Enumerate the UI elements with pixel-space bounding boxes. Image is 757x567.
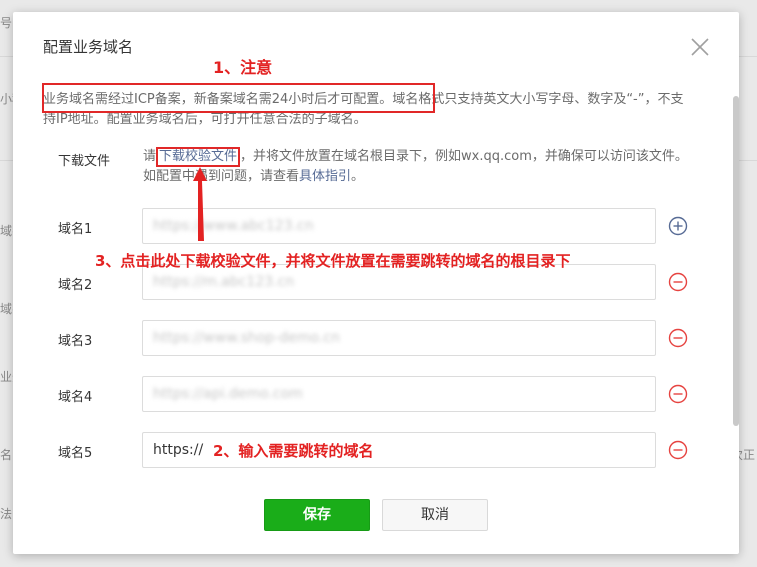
domain-2-value: https://m.abc123.cn <box>153 274 295 290</box>
download-suffix: 。 <box>351 169 365 184</box>
guide-link[interactable]: 具体指引 <box>299 169 351 184</box>
domain-4-label: 域名4 <box>58 390 93 405</box>
annotation-notice-box <box>42 83 435 113</box>
domain-1-value: https://www.abc123.cn <box>153 218 314 234</box>
remove-domain-3-button[interactable] <box>668 328 688 348</box>
annotation-step-1: 1、注意 <box>213 58 273 77</box>
minus-circle-icon <box>668 328 688 348</box>
annotation-step-3: 3、点击此处下载校验文件，并将文件放置在需要跳转的域名的根目录下 <box>95 252 571 270</box>
domain-4-value: https://api.demo.com <box>153 386 303 402</box>
download-instructions: 请下载校验文件 ，并将文件放置在域名根目录下，例如wx.qq.com，并确保可以访… <box>143 147 688 187</box>
domain-4-input[interactable]: https://api.demo.com <box>142 376 656 412</box>
close-button[interactable] <box>689 36 711 58</box>
add-domain-button[interactable] <box>668 216 688 236</box>
domain-3-input[interactable]: https://www.shop-demo.cn <box>142 320 656 356</box>
domain-1-input[interactable]: https://www.abc123.cn <box>142 208 656 244</box>
background-text: 名 <box>0 448 13 462</box>
dialog-title: 配置业务域名 <box>43 38 134 56</box>
download-file-label: 下载文件 <box>58 154 111 169</box>
save-button[interactable]: 保存 <box>264 499 370 531</box>
domain-2-label: 域名2 <box>58 278 93 293</box>
domain-3-label: 域名3 <box>58 334 93 349</box>
domain-3-value: https://www.shop-demo.cn <box>153 330 340 346</box>
plus-circle-icon <box>668 216 688 236</box>
background-text: 法 <box>0 507 13 521</box>
download-prefix: 请 <box>143 149 157 164</box>
cancel-button[interactable]: 取消 <box>382 499 488 531</box>
remove-domain-4-button[interactable] <box>668 384 688 404</box>
annotation-step-2: 2、输入需要跳转的域名 <box>213 442 374 460</box>
remove-domain-2-button[interactable] <box>668 272 688 292</box>
download-verify-file-link[interactable]: 下载校验文件 <box>156 147 241 167</box>
minus-circle-icon <box>668 272 688 292</box>
dialog-scrollbar[interactable] <box>733 96 739 426</box>
domain-5-value: https:// <box>153 442 204 458</box>
minus-circle-icon <box>668 384 688 404</box>
domain-1-label: 域名1 <box>58 222 93 237</box>
minus-circle-icon <box>668 440 688 460</box>
close-icon <box>691 38 709 56</box>
remove-domain-5-button[interactable] <box>668 440 688 460</box>
annotation-arrow <box>193 167 207 241</box>
domain-5-label: 域名5 <box>58 446 93 461</box>
